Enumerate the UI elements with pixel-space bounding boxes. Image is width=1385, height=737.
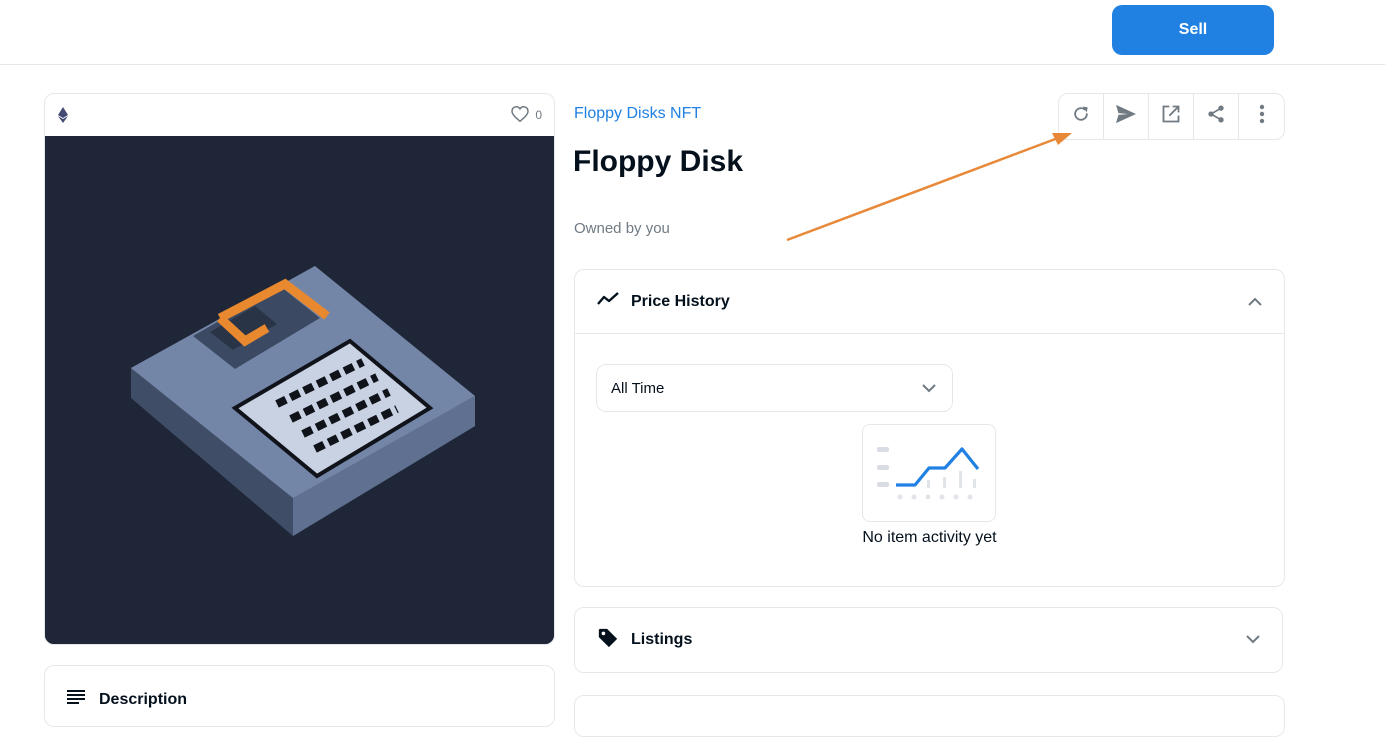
favorite-control[interactable]: 0 xyxy=(511,105,542,125)
price-history-title: Price History xyxy=(631,292,730,310)
text-lines-icon xyxy=(67,690,85,709)
description-card[interactable]: Description xyxy=(44,665,555,727)
more-vertical-icon xyxy=(1259,104,1265,129)
external-link-icon xyxy=(1161,104,1181,129)
empty-chart-illustration xyxy=(862,424,996,522)
chevron-up-icon[interactable] xyxy=(1248,293,1262,311)
description-title: Description xyxy=(99,690,188,708)
refresh-icon xyxy=(1071,104,1091,129)
heart-icon[interactable] xyxy=(511,105,530,125)
share-button[interactable] xyxy=(1194,94,1239,139)
ethereum-icon xyxy=(57,106,69,124)
listings-title: Listings xyxy=(631,631,693,648)
item-actions-toolbar xyxy=(1058,93,1285,140)
view-external-button[interactable] xyxy=(1149,94,1194,139)
time-range-select[interactable]: All Time xyxy=(596,364,953,412)
price-history-header[interactable]: Price History xyxy=(575,270,1284,334)
chevron-down-icon[interactable] xyxy=(1246,631,1260,649)
nft-image[interactable] xyxy=(45,136,554,644)
collection-link[interactable]: Floppy Disks NFT xyxy=(574,105,701,123)
send-icon xyxy=(1115,104,1137,129)
description-header[interactable]: Description xyxy=(67,690,187,709)
next-panel-edge xyxy=(574,695,1285,737)
favorite-count: 0 xyxy=(535,108,542,122)
item-media-card: 0 xyxy=(44,93,555,645)
empty-activity-text: No item activity yet xyxy=(862,529,997,546)
tag-icon xyxy=(597,627,619,654)
trending-line-icon xyxy=(597,292,619,311)
more-options-button[interactable] xyxy=(1239,94,1284,139)
share-icon xyxy=(1206,104,1226,129)
price-history-panel: Price History All Time No item activity … xyxy=(574,269,1285,587)
top-bar: Sell xyxy=(0,0,1385,65)
listings-panel-header[interactable]: Listings xyxy=(574,607,1283,673)
transfer-button[interactable] xyxy=(1104,94,1149,139)
media-header: 0 xyxy=(45,94,554,136)
time-range-value: All Time xyxy=(611,379,665,397)
item-title: Floppy Disk xyxy=(573,145,744,178)
chevron-down-icon xyxy=(922,380,936,397)
owner-text: Owned by you xyxy=(574,220,670,237)
refresh-metadata-button[interactable] xyxy=(1059,94,1104,139)
sell-button[interactable]: Sell xyxy=(1112,5,1274,55)
